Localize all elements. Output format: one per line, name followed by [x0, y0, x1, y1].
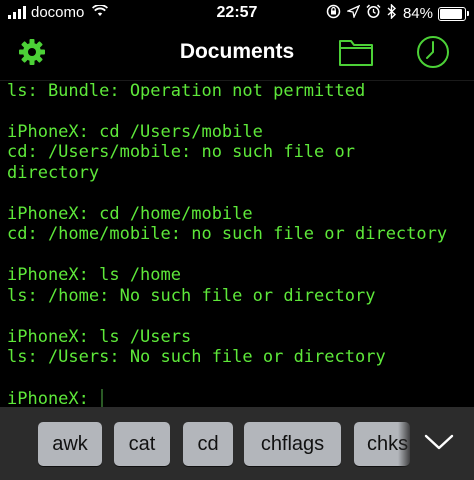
terminal-line: iPhoneX: cd /Users/mobile: [7, 122, 263, 142]
alarm-icon: [366, 4, 381, 23]
page-title: Documents: [179, 40, 295, 63]
text-cursor: [101, 389, 103, 407]
toolbar-fade: [398, 407, 412, 480]
terminal-prompt: iPhoneX:: [7, 389, 100, 407]
command-key-awk[interactable]: awk: [38, 422, 102, 466]
terminal-line: cd: /home/mobile: no such file or direct…: [7, 224, 448, 244]
navigation-bar: Documents: [0, 28, 474, 81]
battery-icon: [438, 6, 469, 21]
terminal-line: iPhoneX: ls /Users: [7, 327, 192, 347]
bluetooth-icon: [387, 3, 397, 23]
folder-button[interactable]: [336, 36, 376, 72]
dismiss-keyboard-button[interactable]: [412, 422, 466, 466]
terminal-line: iPhoneX: cd /home/mobile: [7, 204, 253, 224]
folder-icon: [338, 37, 374, 72]
keyboard-toolbar: awk cat cd chflags chks: [0, 407, 474, 480]
terminal-line: directory: [7, 163, 100, 183]
terminal-output[interactable]: ls: Bundle: Operation not permitted iPho…: [0, 81, 474, 407]
clock-icon: [416, 35, 450, 74]
terminal-line: ls: Bundle: Operation not permitted: [7, 81, 366, 101]
terminal-line: ls: /Users: No such file or directory: [7, 347, 386, 367]
command-key-cat[interactable]: cat: [114, 422, 170, 466]
orientation-lock-icon: [326, 4, 341, 23]
terminal-line: ls: /home: No such file or directory: [7, 286, 376, 306]
terminal-line: iPhoneX: ls /home: [7, 265, 181, 285]
command-key-cd[interactable]: cd: [183, 422, 233, 466]
chevron-down-icon: [424, 433, 454, 456]
status-bar: docomo 22:57 84%: [0, 0, 474, 28]
command-key-chflags[interactable]: chflags: [244, 422, 341, 466]
location-arrow-icon: [345, 4, 361, 22]
battery-percent: 84%: [402, 5, 433, 22]
history-button[interactable]: [414, 35, 452, 74]
status-bar-right: 84%: [320, 3, 469, 23]
terminal-line: cd: /Users/mobile: no such file or: [7, 142, 355, 162]
